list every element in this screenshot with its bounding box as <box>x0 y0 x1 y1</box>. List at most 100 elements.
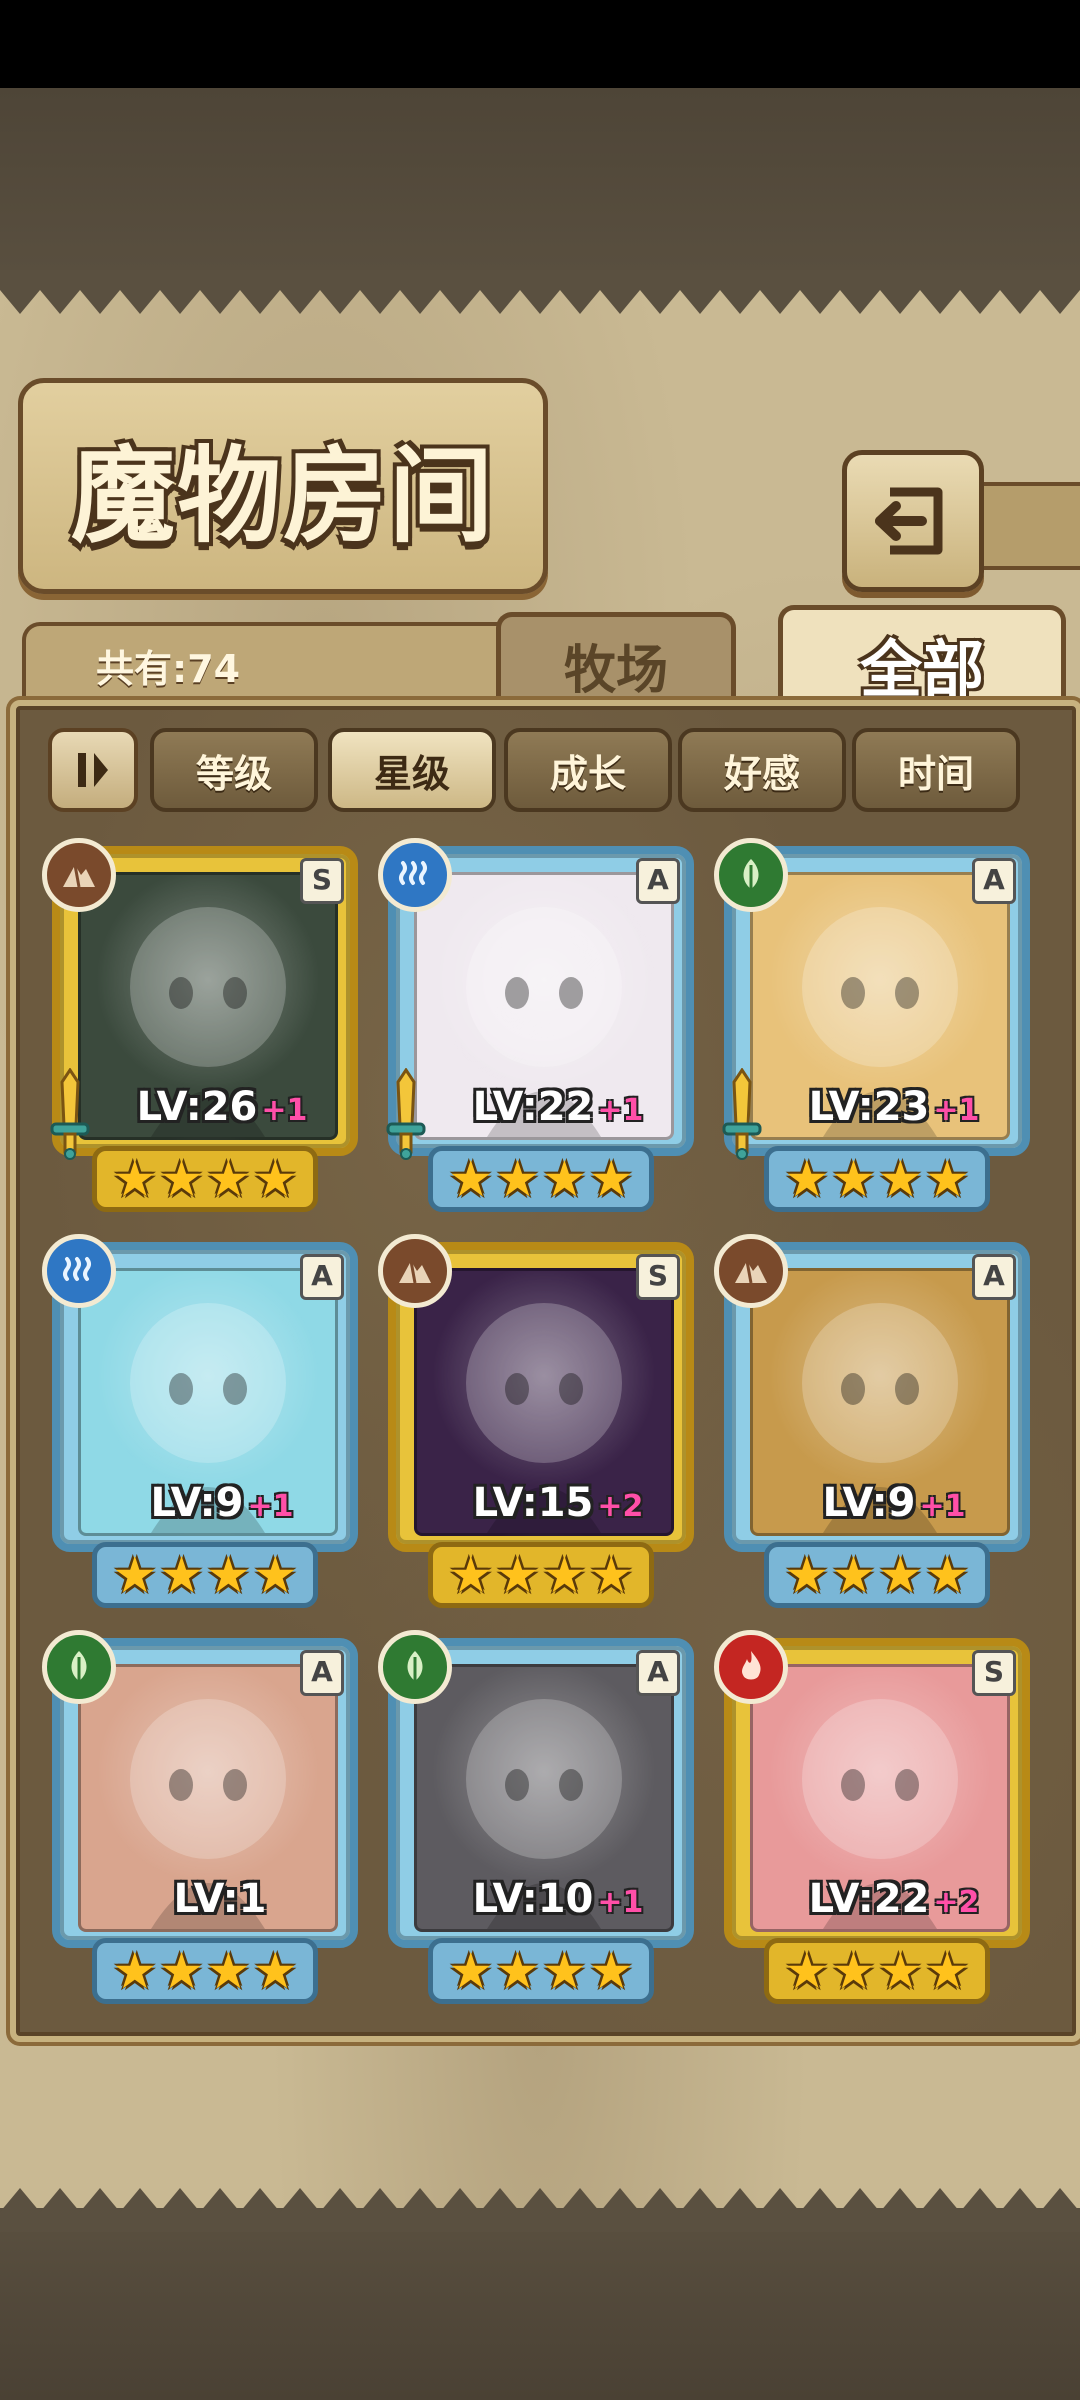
level-label: LV:23 +1 <box>774 1084 1014 1130</box>
star-icon: ★ <box>878 1942 923 2000</box>
monster-count-bar: 共有:74 <box>22 622 520 712</box>
sort-bar: 等级 星级 成长 好感 时间 <box>0 728 1080 812</box>
star-icon: ★ <box>159 1150 204 1208</box>
rank-badge: A <box>972 1254 1016 1300</box>
monster-card[interactable]: A LV:9 +1 ★ ★ ★ ★ <box>714 1234 1030 1614</box>
star-icon: ★ <box>448 1150 494 1208</box>
level-value: LV:22 <box>808 1876 930 1922</box>
star-icon: ★ <box>878 1546 923 1604</box>
monster-card[interactable]: A LV:9 +1 ★ ★ ★ ★ <box>42 1234 358 1614</box>
zigzag-border-top <box>0 270 1080 314</box>
back-rail <box>974 482 1080 570</box>
sort-time-button[interactable]: 时间 <box>852 728 1020 812</box>
level-value: LV:10 <box>472 1876 594 1922</box>
sort-affection-button[interactable]: 好感 <box>678 728 846 812</box>
star-icon: ★ <box>252 1942 298 2000</box>
star-icon: ★ <box>252 1546 298 1604</box>
star-icon: ★ <box>448 1942 494 2000</box>
level-label: LV:9 +1 <box>102 1480 342 1526</box>
sort-growth-button[interactable]: 成长 <box>504 728 672 812</box>
sort-rarity-button[interactable]: 星级 <box>328 728 496 812</box>
level-value: LV:22 <box>472 1084 594 1130</box>
star-rating: ★ ★ ★ ★ <box>428 1542 654 1608</box>
star-icon: ★ <box>542 1150 587 1208</box>
top-banner <box>0 88 1080 288</box>
level-label: LV:22 +1 <box>438 1084 678 1130</box>
level-bonus: +2 <box>597 1489 644 1524</box>
star-icon: ★ <box>924 1942 970 2000</box>
level-label: LV:22 +2 <box>774 1876 1014 1922</box>
level-value: LV:1 <box>173 1876 267 1922</box>
star-rating: ★ ★ ★ ★ <box>428 1146 654 1212</box>
level-bonus: +1 <box>933 1093 980 1128</box>
rank-badge: A <box>972 858 1016 904</box>
star-icon: ★ <box>588 1942 634 2000</box>
level-bonus: +2 <box>933 1885 980 1920</box>
rank-badge: S <box>972 1650 1016 1696</box>
bottom-banner <box>0 2208 1080 2400</box>
level-label: LV:26 +1 <box>102 1084 342 1130</box>
star-icon: ★ <box>878 1150 923 1208</box>
monster-card[interactable]: A LV:10 +1 ★ ★ ★ ★ <box>378 1630 694 2010</box>
level-value: LV:9 <box>150 1480 244 1526</box>
monster-card[interactable]: A LV:22 +1 ★ ★ ★ ★ <box>378 838 694 1218</box>
level-value: LV:23 <box>808 1084 930 1130</box>
sort-level-button[interactable]: 等级 <box>150 728 318 812</box>
star-icon: ★ <box>542 1942 587 2000</box>
status-bar <box>0 0 1080 88</box>
star-rating: ★ ★ ★ ★ <box>764 1146 990 1212</box>
monster-card[interactable]: S LV:22 +2 ★ ★ ★ ★ <box>714 1630 1030 2010</box>
monster-card[interactable]: S LV:26 +1 ★ ★ ★ ★ <box>42 838 358 1218</box>
rank-badge: S <box>636 1254 680 1300</box>
star-icon: ★ <box>831 1942 876 2000</box>
level-value: LV:9 <box>822 1480 916 1526</box>
star-icon: ★ <box>112 1150 158 1208</box>
monster-card[interactable]: S LV:15 +2 ★ ★ ★ ★ <box>378 1234 694 1614</box>
rank-badge: A <box>300 1254 344 1300</box>
earth-icon <box>714 1234 788 1308</box>
monster-card[interactable]: A LV:1 ★ ★ ★ ★ <box>42 1630 358 2010</box>
star-icon: ★ <box>542 1546 587 1604</box>
star-icon: ★ <box>112 1942 158 2000</box>
level-label: LV:10 +1 <box>438 1876 678 1922</box>
star-icon: ★ <box>495 1150 540 1208</box>
level-bonus: +1 <box>597 1885 644 1920</box>
star-icon: ★ <box>831 1150 876 1208</box>
tab-pasture[interactable]: 牧场 <box>496 612 736 713</box>
rank-badge: A <box>636 858 680 904</box>
wood-icon <box>378 1630 452 1704</box>
star-icon: ★ <box>588 1150 634 1208</box>
back-arrow-icon <box>875 487 943 555</box>
wood-icon <box>42 1630 116 1704</box>
star-icon: ★ <box>495 1546 540 1604</box>
star-icon: ★ <box>252 1150 298 1208</box>
sort-order-toggle[interactable] <box>48 728 138 812</box>
star-icon: ★ <box>448 1546 494 1604</box>
monster-card[interactable]: A LV:23 +1 ★ ★ ★ ★ <box>714 838 1030 1218</box>
fire-icon <box>714 1630 788 1704</box>
sword-icon <box>722 1068 762 1160</box>
earth-icon <box>378 1234 452 1308</box>
water-icon <box>378 838 452 912</box>
level-bonus: +1 <box>597 1093 644 1128</box>
sword-icon <box>50 1068 90 1160</box>
water-icon <box>42 1234 116 1308</box>
star-icon: ★ <box>924 1150 970 1208</box>
star-icon: ★ <box>831 1546 876 1604</box>
star-icon: ★ <box>588 1546 634 1604</box>
star-icon: ★ <box>495 1942 540 2000</box>
sword-icon <box>386 1068 426 1160</box>
star-icon: ★ <box>784 1546 830 1604</box>
star-icon: ★ <box>159 1546 204 1604</box>
back-button[interactable] <box>842 450 984 592</box>
page-title: 魔物房间 <box>70 433 495 557</box>
earth-icon <box>42 838 116 912</box>
star-icon: ★ <box>206 1546 251 1604</box>
star-rating: ★ ★ ★ ★ <box>92 1542 318 1608</box>
rank-badge: S <box>300 858 344 904</box>
title-plate: 魔物房间 <box>18 378 548 594</box>
star-icon: ★ <box>784 1150 830 1208</box>
star-icon: ★ <box>206 1942 251 2000</box>
star-rating: ★ ★ ★ ★ <box>764 1542 990 1608</box>
star-icon: ★ <box>112 1546 158 1604</box>
